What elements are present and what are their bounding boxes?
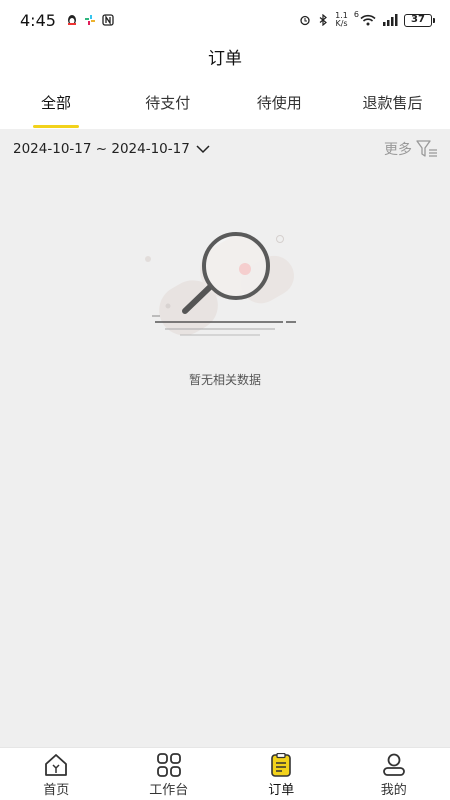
order-content: 2024-10-17 ~ 2024-10-17 更多 暂无相关数据	[0, 129, 450, 747]
tab-pending-payment[interactable]: 待支付	[112, 80, 224, 128]
speed-unit: K/s	[335, 19, 348, 28]
more-label: 更多	[384, 142, 412, 158]
date-range-text: 2024-10-17 ~ 2024-10-17	[13, 141, 190, 157]
tab-all[interactable]: 全部	[0, 80, 112, 128]
nav-home[interactable]: 首页	[0, 748, 113, 800]
empty-state: 暂无相关数据	[0, 221, 450, 388]
empty-search-illustration	[145, 232, 296, 336]
date-range-picker[interactable]: 2024-10-17 ~ 2024-10-17	[13, 141, 210, 157]
status-right: 1.1 K/s 6 37	[299, 10, 435, 28]
nav-home-label: 首页	[43, 783, 70, 798]
filter-icon	[416, 140, 437, 157]
nav-profile[interactable]: 我的	[338, 748, 450, 800]
order-tabs: 全部 待支付 待使用 退款售后	[0, 80, 450, 128]
penguin-app-icon	[67, 15, 76, 25]
page-title: 订单	[208, 49, 242, 69]
tab-refund[interactable]: 退款售后	[335, 80, 450, 128]
empty-state-text: 暂无相关数据	[188, 373, 261, 387]
more-filter-button[interactable]: 更多	[384, 139, 438, 159]
bluetooth-icon	[319, 14, 328, 26]
status-time: 4:45	[20, 10, 56, 30]
wifi-generation: 6	[353, 10, 359, 19]
status-left: 4:45	[20, 11, 114, 30]
nfc-icon	[102, 14, 114, 26]
nav-profile-label: 我的	[380, 783, 407, 798]
wifi-icon	[360, 14, 376, 26]
bottom-nav: 首页 工作台 订单 我的	[0, 747, 450, 800]
slack-app-icon	[84, 15, 95, 25]
grid-icon	[156, 753, 181, 777]
network-speed: 1.1 K/s	[335, 12, 348, 28]
nav-workbench[interactable]: 工作台	[113, 748, 226, 800]
status-bar: 4:45 1.1 K/s 6 37	[0, 0, 450, 40]
signal-icon	[383, 14, 398, 26]
tab-to-use[interactable]: 待使用	[224, 80, 336, 128]
battery-indicator: 37	[404, 13, 435, 27]
nav-orders-label: 订单	[268, 783, 295, 798]
alarm-icon	[300, 15, 310, 26]
order-icon	[271, 753, 292, 777]
chevron-down-icon	[196, 145, 210, 154]
profile-icon	[382, 753, 405, 776]
nav-orders[interactable]: 订单	[225, 748, 338, 800]
filter-row: 2024-10-17 ~ 2024-10-17 更多	[0, 129, 450, 169]
nav-workbench-label: 工作台	[149, 783, 189, 798]
home-icon	[45, 754, 68, 776]
